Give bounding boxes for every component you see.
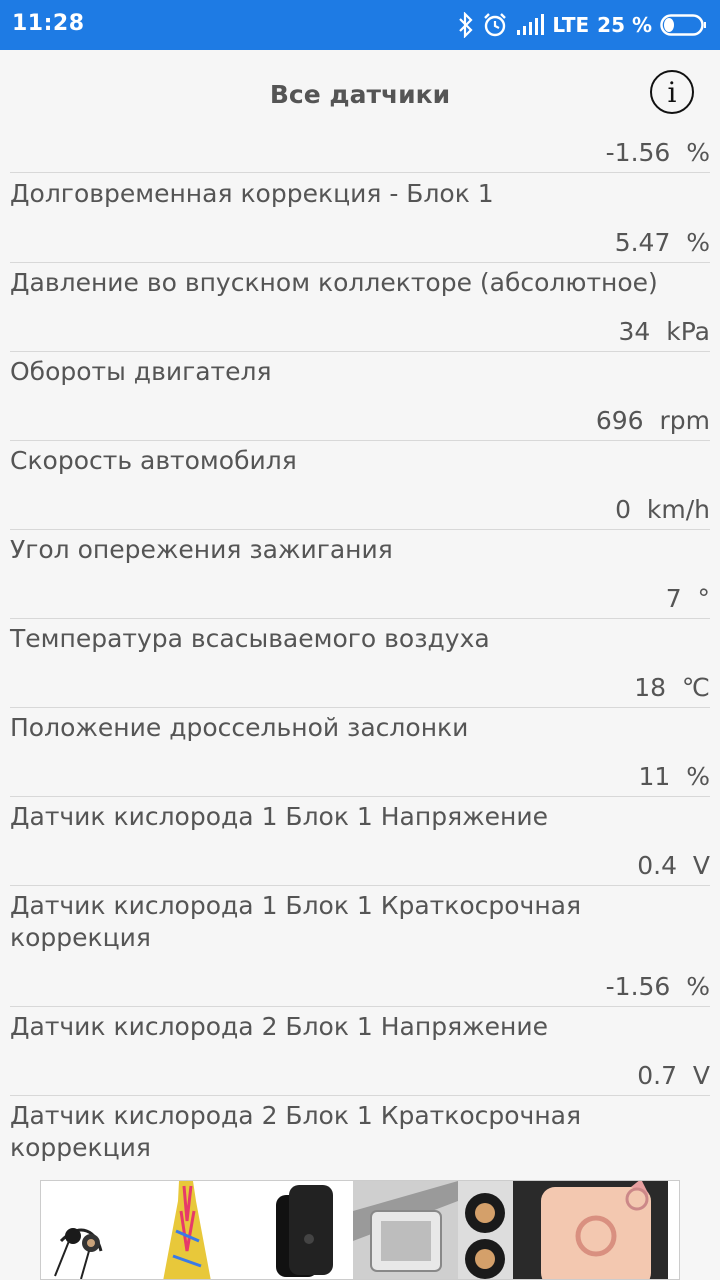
divider [10,885,710,886]
divider [10,440,710,441]
ad-image [41,1181,679,1279]
divider [10,1006,710,1007]
dress-image [151,1181,251,1279]
alarm-icon [482,12,508,38]
sensor-value: 0 km/h [615,495,710,524]
list-item[interactable]: Температура всасываемого воздуха 18 ℃ [10,623,710,711]
list-item[interactable]: Датчик кислорода 1 Блок 1 Краткосрочная … [10,890,710,1008]
list-item[interactable]: Датчик кислорода 1 Блок 1 Напряжение 0.4… [10,801,710,889]
list-item[interactable]: Угол опережения зажигания 7 ° [10,534,710,622]
divider [10,172,710,173]
divider [10,796,710,797]
divider [10,1095,710,1096]
bluetooth-icon [458,12,474,38]
divider [10,351,710,352]
sensor-label: Датчик кислорода 1 Блок 1 Краткосрочная … [10,891,582,952]
magnet-holder-image [458,1181,513,1279]
info-icon: i [667,75,677,109]
sensor-value: 696 rpm [595,406,710,435]
sensor-label: Датчик кислорода 2 Блок 1 Краткосрочная … [10,1101,582,1162]
divider [10,707,710,708]
partial-value: -1.56 % [605,140,710,167]
sensor-label: Скорость автомобиля [10,446,297,475]
list-item[interactable]: Скорость автомобиля 0 km/h [10,445,710,533]
status-time: 11:28 [12,11,85,36]
sensor-value: 18 ℃ [634,673,710,702]
sensor-label: Обороты двигателя [10,357,272,386]
divider [10,618,710,619]
page-title: Все датчики [269,80,451,109]
sensor-label: Датчик кислорода 1 Блок 1 Напряжение [10,802,548,831]
sensor-label: Датчик кислорода 2 Блок 1 Напряжение [10,1012,548,1041]
list-item[interactable]: Датчик кислорода 2 Блок 1 Напряжение 0.7… [10,1011,710,1099]
info-button[interactable]: i [650,70,694,114]
sensor-label: Угол опережения зажигания [10,535,393,564]
list-item[interactable]: Положение дроссельной заслонки 11 % [10,712,710,800]
sensor-value: 5.47 % [614,228,710,257]
sensor-value: 11 % [638,762,710,791]
signal-icon [516,14,545,36]
list-item[interactable]: Давление во впускном коллекторе (абсолют… [10,267,710,355]
list-item[interactable]: Датчик кислорода 2 Блок 1 Краткосрочная … [10,1100,710,1180]
sensor-label: Положение дроссельной заслонки [10,713,469,742]
sensor-label: Температура всасываемого воздуха [10,624,490,653]
sensor-label: Долговременная коррекция - Блок 1 [10,179,494,208]
app-bar: Все датчики [0,50,720,140]
status-bar: 11:28 LTE 25 % [0,0,720,50]
list-item[interactable]: Обороты двигателя 696 rpm [10,356,710,444]
battery-icon [660,13,708,37]
divider [10,262,710,263]
sensor-list[interactable]: -1.56 % Долговременная коррекция - Блок … [0,140,720,1180]
phone-ring-image [513,1181,668,1279]
sensor-value: 7 ° [665,584,710,613]
divider [10,529,710,530]
sensor-value: -1.56 % [605,972,710,1001]
status-icons: LTE 25 % [458,9,708,41]
car-holder-image [353,1181,458,1279]
ad-banner[interactable] [40,1180,680,1280]
sensor-value: 0.7 V [637,1061,710,1090]
list-item[interactable]: Долговременная коррекция - Блок 1 5.47 % [10,178,710,266]
network-type: LTE [552,13,590,37]
sensor-value: 0.4 V [637,851,710,880]
sensor-label: Давление во впускном коллекторе (абсолют… [10,268,658,297]
phone-case-image [256,1181,356,1279]
battery-percent: 25 % [597,13,652,37]
sensor-value: 34 kPa [618,317,710,346]
